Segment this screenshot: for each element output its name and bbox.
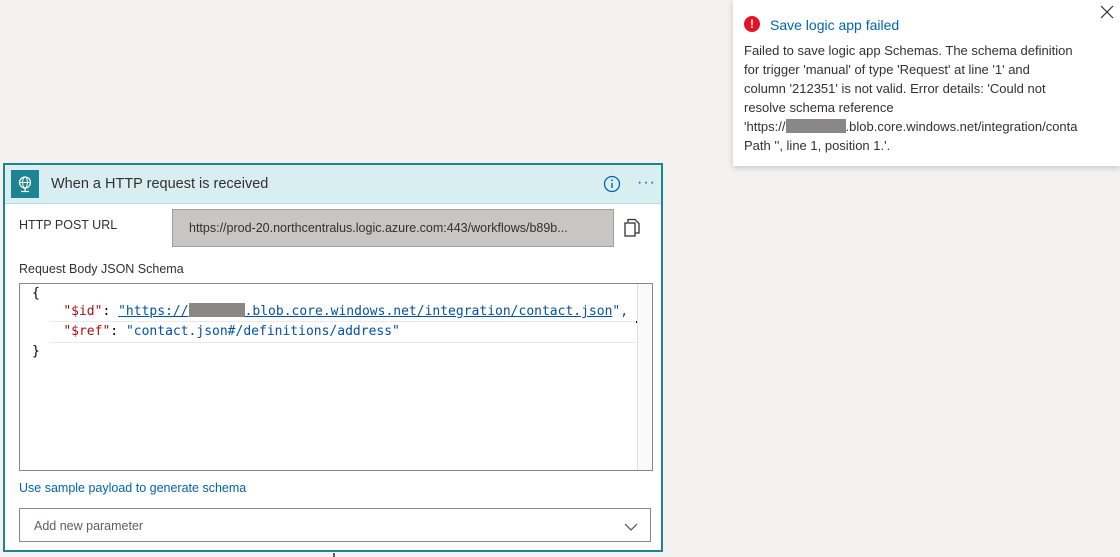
message-line: resolve schema reference [744, 100, 894, 115]
schema-editor[interactable]: { "$id": "https://.blob.core.windows.net… [19, 283, 653, 471]
http-post-url-label: HTTP POST URL [19, 218, 118, 232]
copy-icon[interactable] [622, 217, 642, 239]
chevron-down-icon [624, 519, 638, 531]
message-line: column '212351' is not valid. Error deta… [744, 81, 1046, 96]
code-line-2: "$id": "https://.blob.core.windows.net/i… [63, 303, 629, 319]
code-line-3: "$ref": "contact.json#/definitions/addre… [63, 324, 400, 339]
schema-label: Request Body JSON Schema [19, 262, 184, 276]
card-header[interactable]: When a HTTP request is received ··· [5, 165, 661, 204]
code-line-4: } [32, 344, 40, 359]
info-icon[interactable] [602, 174, 622, 194]
notification-message: Failed to save logic app Schemas. The sc… [744, 41, 1116, 155]
notification-title[interactable]: Save logic app failed [770, 17, 899, 33]
http-post-url-field[interactable]: https://prod-20.northcentralus.logic.azu… [172, 209, 614, 247]
add-parameter-placeholder: Add new parameter [34, 519, 144, 533]
globe-icon [11, 170, 39, 198]
more-icon[interactable]: ··· [637, 173, 659, 193]
add-parameter-dropdown[interactable]: Add new parameter [19, 508, 651, 542]
code-line-1: { [32, 286, 40, 301]
redacted-block [188, 303, 245, 317]
redacted-block [785, 119, 846, 133]
http-trigger-card: When a HTTP request is received ··· HTTP… [3, 163, 663, 552]
flow-connector [333, 553, 335, 557]
message-line: Path '', line 1, position 1.'. [744, 138, 891, 153]
message-line: for trigger 'manual' of type 'Request' a… [744, 62, 1030, 77]
sample-payload-link[interactable]: Use sample payload to generate schema [19, 481, 246, 495]
card-title: When a HTTP request is received [51, 176, 269, 192]
message-url-line: 'https://.blob.core.windows.net/integrat… [744, 119, 1078, 134]
error-notification: ! Save logic app failed Failed to save l… [733, 0, 1120, 166]
editor-scrollbar[interactable] [637, 284, 652, 470]
close-icon[interactable] [1098, 3, 1116, 21]
error-icon: ! [744, 16, 760, 32]
message-line: Failed to save logic app Schemas. The sc… [744, 43, 1073, 58]
